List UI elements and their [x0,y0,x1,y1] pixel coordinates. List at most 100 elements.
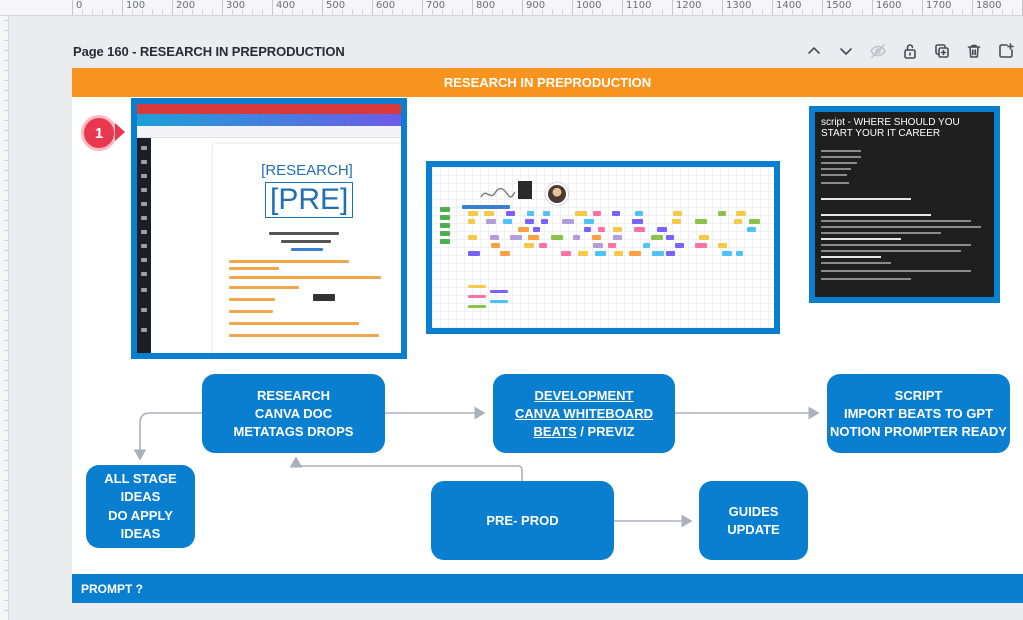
script-text-line [821,174,847,176]
guides-update-box[interactable]: GUIDES UPDATE [699,481,808,560]
lock-page-button[interactable] [899,40,921,62]
ruler-minor-tick [162,10,163,15]
sticky-note [490,235,499,240]
ruler-minor-tick [392,10,393,15]
sticky-note [695,243,707,248]
ruler-minor-tick [4,300,9,301]
ruler-minor-tick [4,540,9,541]
sticky-note [468,219,475,224]
sticky-note [749,219,760,224]
sticky-note [468,295,486,298]
page-title[interactable]: Page 160 - RESEARCH IN PREPRODUCTION [73,44,345,59]
ruler-minor-tick [4,410,9,411]
development-stage-box[interactable]: DEVELOPMENT CANVA WHITEBOARD BEATS / PRE… [493,374,675,453]
ruler-minor-tick [692,10,693,15]
ruler-minor-tick [232,10,233,15]
ruler-minor-tick [4,110,9,111]
hide-page-button[interactable] [867,40,889,62]
pre-prod-label: PRE- PROD [486,512,559,528]
script-text-line [821,250,961,252]
sticky-note [718,243,727,248]
ruler-minor-tick [4,40,9,41]
sticky-note [490,290,508,293]
bottom-banner[interactable]: PROMPT ? [72,574,1023,603]
ruler-label: 1600 [876,0,902,11]
ruler-tick [472,0,473,15]
ruler-minor-tick [412,10,413,15]
ruler-minor-tick [4,240,9,241]
sticky-note [651,235,663,240]
ruler-minor-tick [4,380,9,381]
horizontal-ruler: 0 100 200 300 400 500 600 700 800 900 1000 1100 1200… [0,0,1023,16]
sticky-note [673,211,682,216]
sticky-note [510,235,522,240]
development-link[interactable]: DEVELOPMENT [535,387,634,405]
beats-link[interactable]: BEATS [534,424,577,439]
move-page-up-button[interactable] [803,40,825,62]
ruler-minor-tick [4,470,9,471]
ruler-minor-tick [112,10,113,15]
ruler-label: 1300 [726,0,752,11]
ruler-minor-tick [252,10,253,15]
ruler-minor-tick [402,10,403,15]
whiteboard-screenshot[interactable] [426,161,780,334]
ruler-minor-tick [502,10,503,15]
move-page-down-button[interactable] [835,40,857,62]
sticky-note [718,211,726,216]
script-stage-box[interactable]: SCRIPT IMPORT BEATS TO GPT NOTION PROMPT… [827,374,1010,453]
ruler-minor-tick [812,10,813,15]
sticky-note [629,251,641,256]
ruler-minor-tick [4,450,9,451]
delete-page-button[interactable] [963,40,985,62]
ruler-minor-tick [532,10,533,15]
ruler-minor-tick [4,310,9,311]
add-page-button[interactable] [995,40,1017,62]
ruler-minor-tick [882,10,883,15]
research-doc-screenshot[interactable]: [RESEARCH] [PRE] [131,98,407,359]
ruler-minor-tick [432,10,433,15]
script-text-line [821,244,971,246]
script-notion-screenshot[interactable]: script - WHERE SHOULD YOU START YOUR IT … [809,106,1000,303]
ruler-minor-tick [282,10,283,15]
sticky-note [468,211,478,216]
ruler-minor-tick [602,10,603,15]
ruler-minor-tick [662,10,663,15]
all-stage-ideas-box[interactable]: ALL STAGE IDEAS DO APPLY IDEAS [86,465,195,548]
sticky-note [440,215,450,220]
ruler-minor-tick [4,60,9,61]
ruler-tick [522,0,523,15]
ruler-minor-tick [4,220,9,221]
ruler-minor-tick [982,10,983,15]
duplicate-page-button[interactable] [931,40,953,62]
ruler-minor-tick [4,460,9,461]
step-badge[interactable]: 1 [81,115,117,151]
canva-whiteboard-link[interactable]: CANVA WHITEBOARD [515,405,653,423]
sticky-note [578,251,588,256]
ruler-minor-tick [4,190,9,191]
ruler-minor-tick [4,600,9,601]
research-line-2: CANVA DOC [254,405,333,421]
ruler-minor-tick [4,510,9,511]
doc-heading-pre: [PRE] [265,182,354,218]
ruler-minor-tick [4,530,9,531]
ruler-minor-tick [4,430,9,431]
ruler-minor-tick [4,490,9,491]
ruler-minor-tick [902,10,903,15]
ruler-minor-tick [4,260,9,261]
development-separator: / [576,423,588,439]
ruler-minor-tick [4,400,9,401]
guides-line-1: GUIDES [728,503,779,519]
design-page-canvas[interactable]: RESEARCH IN PREPRODUCTION 1 [RESEARCH] [… [72,68,1023,603]
chevron-down-icon [840,48,852,55]
ruler-label: 1000 [576,0,602,11]
top-banner[interactable]: RESEARCH IN PREPRODUCTION [72,68,1023,97]
ruler-minor-tick [362,10,363,15]
ruler-minor-tick [4,70,9,71]
sticky-note [736,251,743,256]
ruler-minor-tick [832,10,833,15]
ruler-minor-tick [182,10,183,15]
ruler-minor-tick [4,320,9,321]
pre-prod-stage-box[interactable]: PRE- PROD [431,481,614,560]
ruler-minor-tick [4,560,9,561]
research-stage-box[interactable]: RESEARCH CANVA DOC METATAGS DROPS [202,374,385,453]
